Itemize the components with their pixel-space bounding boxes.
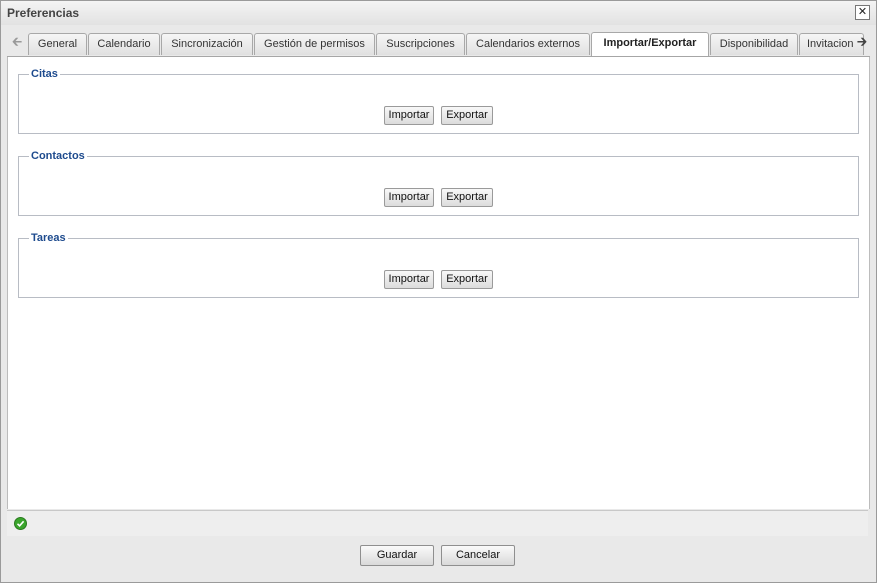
arrow-right-icon[interactable]: 🡲 bbox=[854, 32, 870, 52]
dialog-title: Preferencias bbox=[7, 6, 80, 20]
section-legend: Tareas bbox=[31, 232, 66, 244]
tab-suscripciones[interactable]: Suscripciones bbox=[376, 33, 465, 55]
import-citas-button[interactable]: Importar bbox=[384, 106, 434, 125]
export-tareas-button[interactable]: Exportar bbox=[441, 270, 493, 289]
tab-content-panel: Citas Importar Exportar Contactos Import… bbox=[7, 57, 870, 509]
tab-importar-exportar[interactable]: Importar/Exportar bbox=[591, 32, 709, 56]
tab-strip: 🡰 General Calendario Sincronización Gest… bbox=[7, 29, 870, 57]
tab-calendarios-externos[interactable]: Calendarios externos bbox=[466, 33, 590, 55]
save-button[interactable]: Guardar bbox=[360, 545, 434, 566]
cancel-button[interactable]: Cancelar bbox=[441, 545, 515, 566]
export-contactos-button[interactable]: Exportar bbox=[441, 188, 493, 207]
title-bar[interactable]: Preferencias ✕ bbox=[1, 1, 876, 25]
section-contactos: Contactos Importar Exportar bbox=[18, 150, 859, 216]
arrow-left-icon[interactable]: 🡰 bbox=[9, 32, 25, 52]
section-legend: Contactos bbox=[31, 150, 85, 162]
close-icon[interactable]: ✕ bbox=[855, 5, 870, 20]
tab-gestion-permisos[interactable]: Gestión de permisos bbox=[254, 33, 375, 55]
status-bar bbox=[7, 510, 868, 537]
export-citas-button[interactable]: Exportar bbox=[441, 106, 493, 125]
tab-general[interactable]: General bbox=[28, 33, 87, 55]
import-contactos-button[interactable]: Importar bbox=[384, 188, 434, 207]
tab-sincronizacion[interactable]: Sincronización bbox=[161, 33, 253, 55]
section-tareas: Tareas Importar Exportar bbox=[18, 232, 859, 298]
section-legend: Citas bbox=[31, 68, 58, 80]
section-citas: Citas Importar Exportar bbox=[18, 68, 859, 134]
dialog-footer: Guardar Cancelar bbox=[7, 536, 868, 580]
tab-disponibilidad[interactable]: Disponibilidad bbox=[710, 33, 798, 55]
tab-calendario[interactable]: Calendario bbox=[88, 33, 160, 55]
preferences-dialog: Preferencias ✕ 🡰 General Calendario Sinc… bbox=[0, 0, 877, 583]
import-tareas-button[interactable]: Importar bbox=[384, 270, 434, 289]
check-circle-icon bbox=[14, 517, 27, 530]
